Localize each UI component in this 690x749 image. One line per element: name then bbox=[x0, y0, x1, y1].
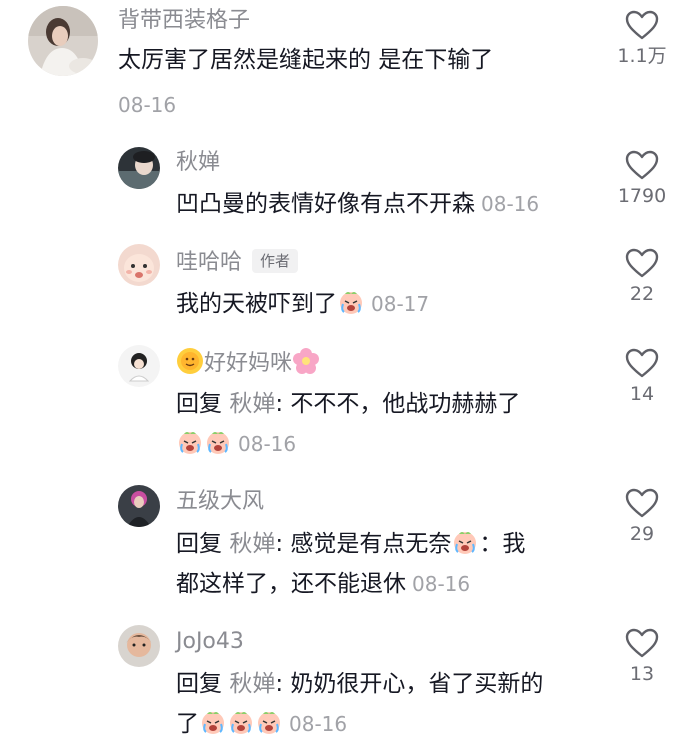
reply-to-user[interactable]: 秋婵 bbox=[229, 531, 275, 557]
crying-face-emoji bbox=[199, 708, 227, 736]
avatar-image bbox=[118, 625, 160, 667]
reply-to-user[interactable]: 秋婵 bbox=[229, 671, 275, 697]
like-count: 14 bbox=[629, 383, 655, 405]
crying-face-emoji bbox=[451, 528, 479, 556]
reply-text-line2: 了 08-16 bbox=[176, 704, 347, 744]
reply-username[interactable]: JoJo43 bbox=[176, 627, 244, 657]
reply-text-content: 我的天被吓到了 bbox=[176, 291, 337, 317]
sun-emoji bbox=[176, 347, 204, 375]
heart-outline-icon bbox=[625, 488, 659, 518]
crying-face-emoji bbox=[337, 288, 365, 316]
crying-face-emoji bbox=[176, 428, 204, 456]
avatar[interactable] bbox=[118, 485, 160, 527]
avatar-image bbox=[118, 345, 160, 387]
author-badge: 作者 bbox=[252, 249, 299, 273]
reply-text-content: ：我 bbox=[479, 531, 526, 557]
like-button[interactable]: 29 bbox=[607, 488, 677, 546]
reply-username[interactable]: 哇哈哈 作者 bbox=[176, 248, 299, 278]
reply-text-content: 凹凸曼的表情好像有点不开森 bbox=[176, 191, 475, 217]
reply-time: 08-16 bbox=[289, 712, 348, 736]
crying-face-emoji bbox=[255, 708, 283, 736]
reply-username-text: 好好妈咪 bbox=[204, 351, 293, 376]
reply-prefix: 回复 bbox=[176, 671, 222, 697]
reply-text: 凹凸曼的表情好像有点不开森 08-16 bbox=[176, 184, 539, 224]
like-count: 1790 bbox=[617, 185, 667, 207]
reply-text: 回复 秋婵: 不不不，他战功赫赫了 bbox=[176, 384, 520, 424]
reply-text-content: : 奶奶很开心，省了买新的 bbox=[275, 671, 544, 697]
reply-username[interactable]: 秋婵 bbox=[176, 148, 220, 178]
avatar-image bbox=[28, 6, 98, 76]
reply-to-user[interactable]: 秋婵 bbox=[229, 391, 275, 417]
like-count: 1.1万 bbox=[617, 45, 667, 67]
reply-time: 08-17 bbox=[371, 292, 430, 316]
like-button[interactable]: 22 bbox=[607, 248, 677, 306]
heart-outline-icon bbox=[625, 348, 659, 378]
reply-username-text: 哇哈哈 bbox=[176, 250, 243, 275]
avatar[interactable] bbox=[118, 345, 160, 387]
comment-username[interactable]: 背带西装格子 bbox=[118, 6, 250, 36]
crying-face-emoji bbox=[227, 708, 255, 736]
flower-emoji bbox=[292, 347, 320, 375]
heart-outline-icon bbox=[625, 248, 659, 278]
avatar[interactable] bbox=[118, 244, 160, 286]
reply-text-content: : 不不不，他战功赫赫了 bbox=[275, 391, 521, 417]
like-button[interactable]: 1790 bbox=[607, 150, 677, 208]
reply-text: 我的天被吓到了 08-17 bbox=[176, 284, 429, 324]
reply-prefix: 回复 bbox=[176, 531, 222, 557]
avatar-image bbox=[118, 147, 160, 189]
reply-time: 08-16 bbox=[238, 432, 297, 456]
reply-time: 08-16 bbox=[412, 572, 471, 596]
like-count: 29 bbox=[629, 523, 655, 545]
reply-prefix: 回复 bbox=[176, 391, 222, 417]
avatar-image bbox=[118, 244, 160, 286]
comment-text: 太厉害了居然是缝起来的 是在下输了 bbox=[118, 47, 494, 73]
reply-text: 回复 秋婵: 奶奶很开心，省了买新的 bbox=[176, 664, 543, 704]
reply-text-line2: 08-16 bbox=[176, 424, 296, 464]
like-button[interactable]: 14 bbox=[607, 348, 677, 406]
heart-outline-icon bbox=[625, 150, 659, 180]
like-button[interactable]: 1.1万 bbox=[607, 10, 677, 68]
reply-text-content: 了 bbox=[176, 711, 199, 737]
heart-outline-icon bbox=[625, 10, 659, 40]
reply-text-line2: 都这样了，还不能退休 08-16 bbox=[176, 564, 470, 604]
reply-text: 回复 秋婵: 感觉是有点无奈 ：我 bbox=[176, 524, 525, 564]
comment-time: 08-16 bbox=[118, 93, 177, 117]
reply-text-content: 都这样了，还不能退休 bbox=[176, 571, 406, 597]
reply-username[interactable]: 好好妈咪 bbox=[176, 347, 320, 379]
heart-outline-icon bbox=[625, 628, 659, 658]
avatar[interactable] bbox=[118, 625, 160, 667]
reply-text-content: : 感觉是有点无奈 bbox=[275, 531, 452, 557]
avatar[interactable] bbox=[118, 147, 160, 189]
like-count: 22 bbox=[629, 283, 655, 305]
avatar[interactable] bbox=[28, 6, 98, 76]
like-count: 13 bbox=[629, 663, 655, 685]
avatar-image bbox=[118, 485, 160, 527]
like-button[interactable]: 13 bbox=[607, 628, 677, 686]
reply-username[interactable]: 五级大风 bbox=[176, 487, 264, 517]
reply-time: 08-16 bbox=[481, 192, 540, 216]
crying-face-emoji bbox=[204, 428, 232, 456]
